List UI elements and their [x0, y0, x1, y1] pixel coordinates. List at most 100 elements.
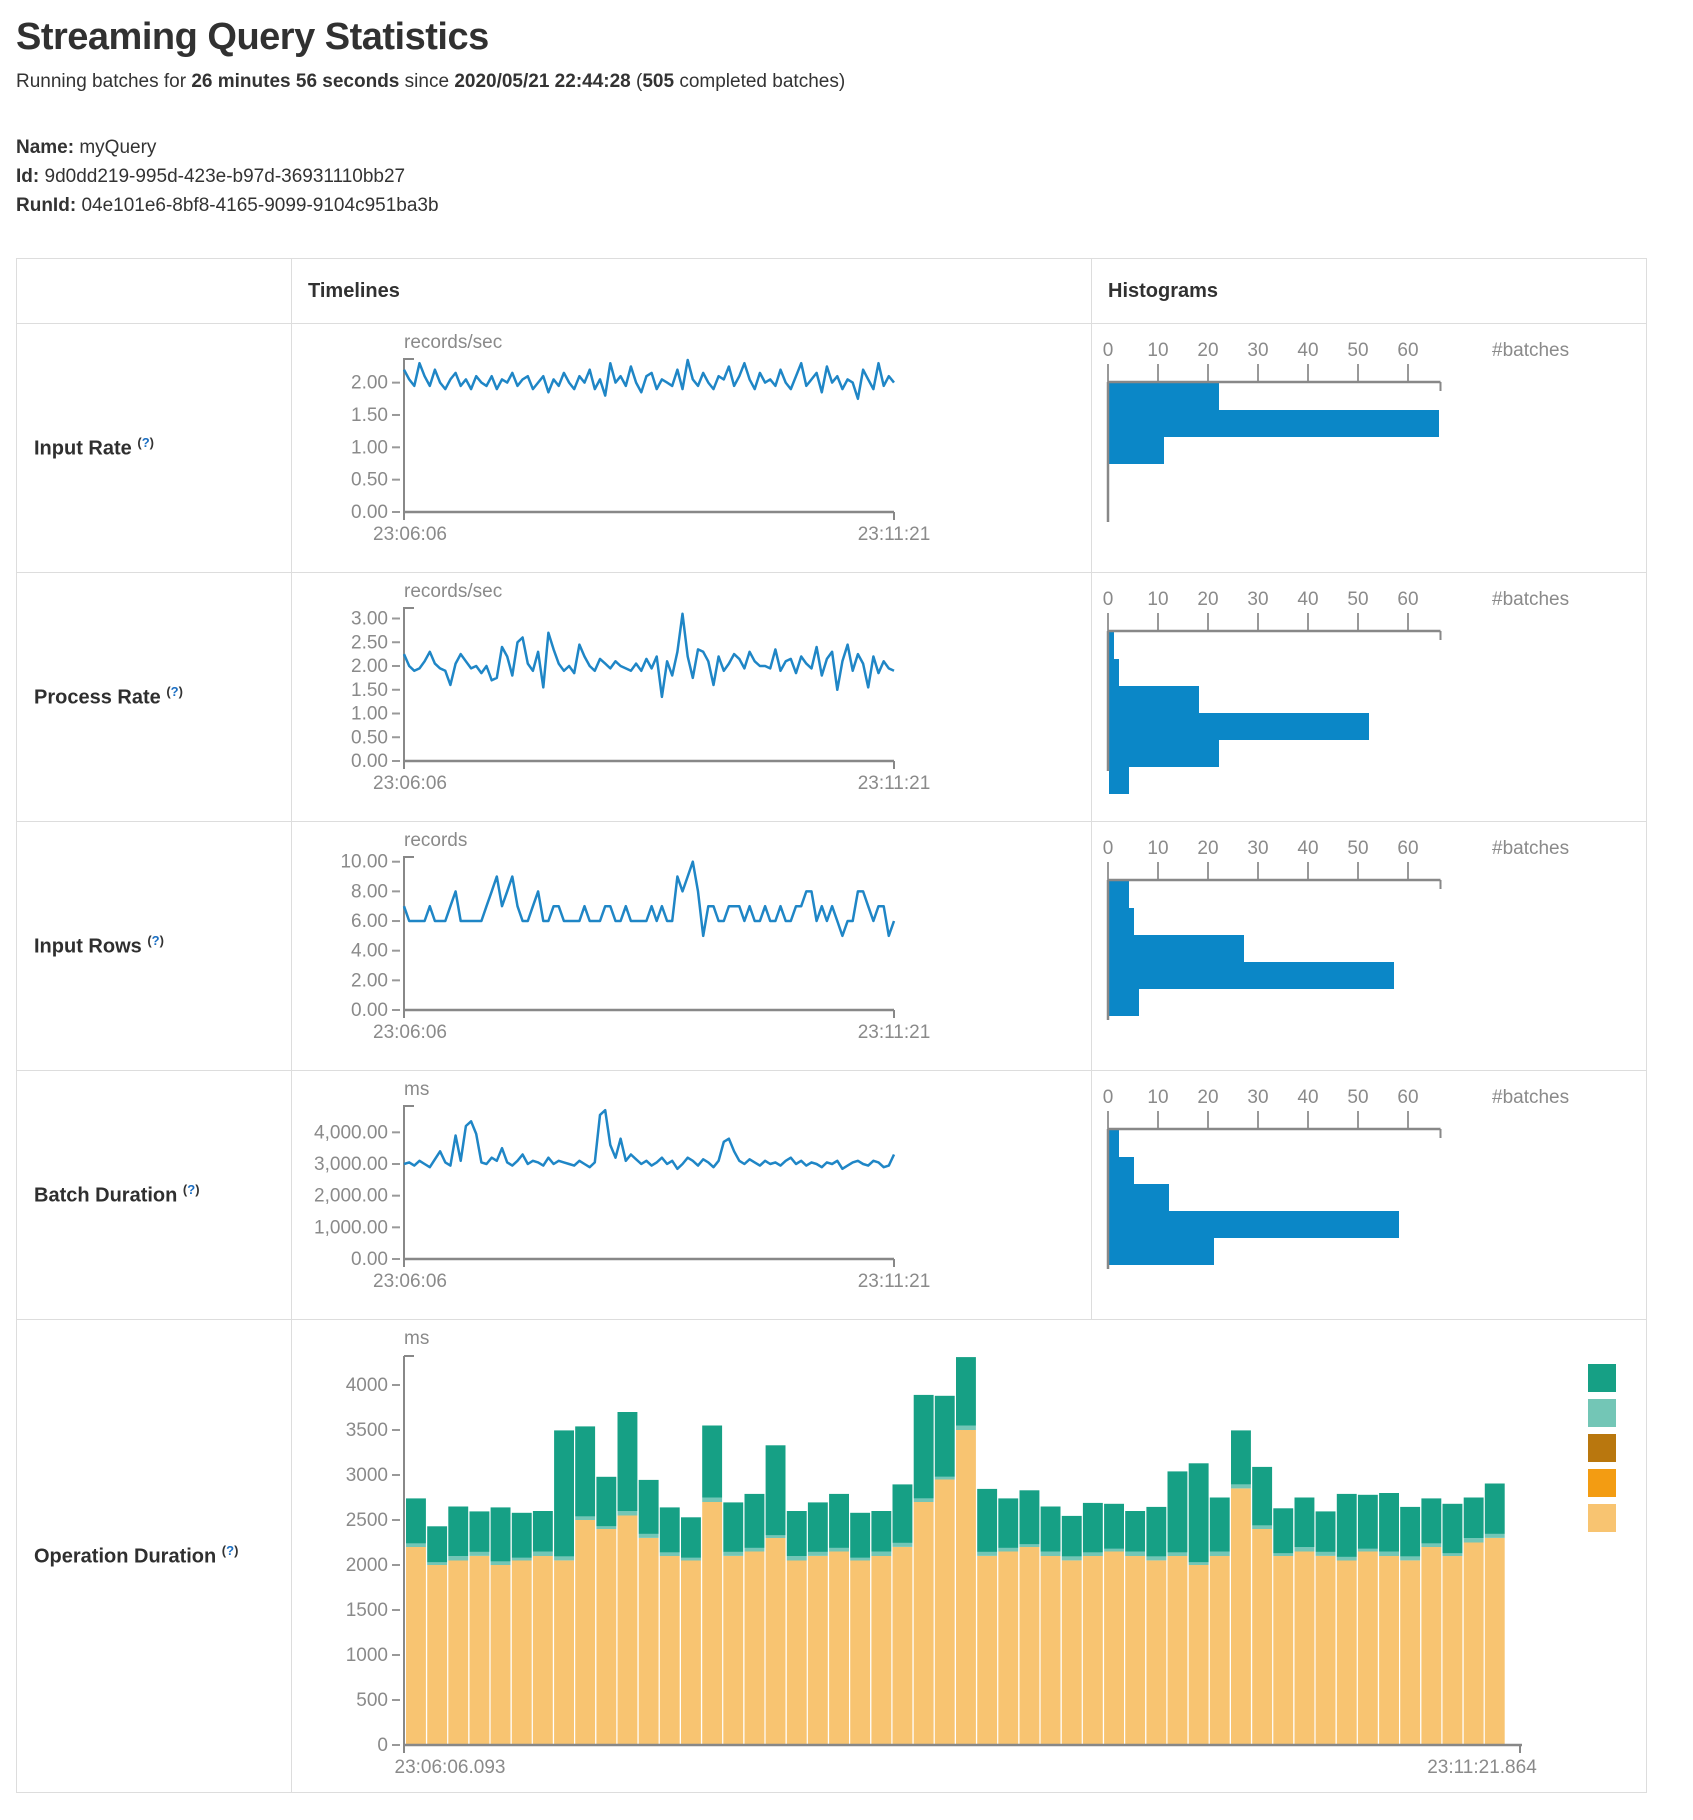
input-rate-timeline-chart: records/sec0.000.501.001.502.0023:06:062… — [292, 332, 1072, 572]
svg-text:#batches: #batches — [1492, 1087, 1569, 1108]
svg-text:23:11:21: 23:11:21 — [858, 1022, 931, 1043]
row-label-text: Operation Duration — [34, 1546, 216, 1568]
page-title: Streaming Query Statistics — [16, 16, 1677, 59]
svg-text:23:11:21: 23:11:21 — [858, 524, 931, 545]
id-value: 9d0dd219-995d-423e-b97d-36931110bb27 — [45, 166, 406, 187]
svg-text:40: 40 — [1297, 838, 1318, 859]
svg-text:20: 20 — [1197, 838, 1218, 859]
svg-text:40: 40 — [1297, 340, 1318, 361]
help-tooltip-icon[interactable]: (?) — [147, 933, 164, 948]
svg-text:1.00: 1.00 — [351, 704, 388, 725]
question-mark-icon: ? — [152, 933, 160, 948]
batch-duration-label: Batch Duration (?) — [17, 1071, 292, 1320]
svg-text:23:11:21: 23:11:21 — [858, 1271, 931, 1292]
legend-swatch — [1588, 1469, 1616, 1497]
col-header-histograms: Histograms — [1092, 259, 1647, 324]
runid-value: 04e101e6-8bf8-4165-9099-9104c951ba3b — [81, 195, 438, 216]
svg-text:60: 60 — [1397, 838, 1418, 859]
svg-text:2.50: 2.50 — [351, 632, 388, 653]
svg-text:1.00: 1.00 — [351, 437, 388, 458]
process-rate-label: Process Rate (?) — [17, 573, 292, 822]
svg-text:0.50: 0.50 — [351, 470, 388, 491]
svg-text:8.00: 8.00 — [351, 881, 388, 902]
help-tooltip-icon[interactable]: (?) — [183, 1182, 200, 1197]
svg-text:2.00: 2.00 — [351, 970, 388, 991]
row-label-text: Batch Duration — [34, 1185, 177, 1207]
svg-text:0: 0 — [1103, 340, 1114, 361]
svg-text:23:11:21.864: 23:11:21.864 — [1427, 1757, 1537, 1778]
process-rate-timeline-chart: records/sec0.000.501.001.502.002.503.002… — [292, 581, 1072, 821]
svg-text:ms: ms — [404, 1079, 429, 1100]
svg-text:0: 0 — [1103, 838, 1114, 859]
svg-text:500: 500 — [356, 1690, 388, 1711]
svg-text:records/sec: records/sec — [404, 581, 502, 602]
help-tooltip-icon[interactable]: (?) — [166, 684, 183, 699]
svg-text:1.50: 1.50 — [351, 405, 388, 426]
svg-text:2500: 2500 — [346, 1510, 388, 1531]
query-runid-line: RunId: 04e101e6-8bf8-4165-9099-9104c951b… — [16, 191, 1677, 220]
input-rate-label: Input Rate (?) — [17, 324, 292, 573]
svg-text:0: 0 — [377, 1735, 388, 1756]
svg-text:50: 50 — [1347, 340, 1368, 361]
process-rate-histogram-chart: 0102030405060#batches — [1092, 581, 1627, 821]
legend-swatch — [1588, 1434, 1616, 1462]
svg-text:2.00: 2.00 — [351, 373, 388, 394]
svg-text:30: 30 — [1247, 838, 1268, 859]
help-tooltip-icon[interactable]: (?) — [137, 435, 154, 450]
name-label: Name: — [16, 137, 74, 158]
legend-swatch — [1588, 1504, 1616, 1532]
svg-text:10.00: 10.00 — [340, 852, 388, 873]
operation-duration-stacked-chart: ms0500100015002000250030003500400023:06:… — [292, 1328, 1602, 1791]
help-tooltip-icon[interactable]: (?) — [222, 1543, 239, 1558]
svg-text:6.00: 6.00 — [351, 911, 388, 932]
svg-text:23:06:06: 23:06:06 — [373, 1271, 447, 1292]
table-header-row: Timelines Histograms — [17, 259, 1647, 324]
svg-text:ms: ms — [404, 1328, 429, 1349]
process-rate-row: Process Rate (?) records/sec0.000.501.00… — [17, 573, 1647, 822]
svg-text:23:06:06: 23:06:06 — [373, 773, 447, 794]
help-paren: ) — [160, 933, 164, 948]
svg-text:4000: 4000 — [346, 1375, 388, 1396]
completed-batches-count: 505 — [642, 71, 674, 92]
svg-text:3000: 3000 — [346, 1465, 388, 1486]
input-rate-row: Input Rate (?) records/sec0.000.501.001.… — [17, 324, 1647, 573]
svg-text:40: 40 — [1297, 1087, 1318, 1108]
svg-text:0.00: 0.00 — [351, 1000, 388, 1021]
svg-text:0.00: 0.00 — [351, 1249, 388, 1270]
svg-text:60: 60 — [1397, 340, 1418, 361]
row-label-text: Input Rate — [34, 438, 132, 460]
help-paren: ) — [195, 1182, 199, 1197]
svg-text:60: 60 — [1397, 1087, 1418, 1108]
running-summary: Running batches for 26 minutes 56 second… — [16, 71, 1677, 93]
svg-text:40: 40 — [1297, 589, 1318, 610]
question-mark-icon: ? — [171, 684, 179, 699]
legend-swatch — [1588, 1364, 1616, 1392]
name-value: myQuery — [79, 137, 156, 158]
input-rows-timeline-chart: records0.002.004.006.008.0010.0023:06:06… — [292, 830, 1072, 1070]
svg-text:10: 10 — [1147, 838, 1168, 859]
svg-text:3500: 3500 — [346, 1420, 388, 1441]
start-timestamp: 2020/05/21 22:44:28 — [454, 71, 630, 92]
running-duration: 26 minutes 56 seconds — [191, 71, 399, 92]
question-mark-icon: ? — [226, 1543, 234, 1558]
svg-text:30: 30 — [1247, 340, 1268, 361]
svg-text:1000: 1000 — [346, 1645, 388, 1666]
input-rows-row: Input Rows (?) records0.002.004.006.008.… — [17, 822, 1647, 1071]
svg-text:50: 50 — [1347, 1087, 1368, 1108]
query-id-line: Id: 9d0dd219-995d-423e-b97d-36931110bb27 — [16, 162, 1677, 191]
query-metadata: Name: myQuery Id: 9d0dd219-995d-423e-b97… — [16, 133, 1677, 220]
svg-text:records: records — [404, 830, 467, 851]
svg-text:2000: 2000 — [346, 1555, 388, 1576]
since-word: since — [399, 71, 454, 92]
row-label-text: Process Rate — [34, 687, 161, 709]
svg-text:1,000.00: 1,000.00 — [314, 1217, 388, 1238]
svg-text:10: 10 — [1147, 1087, 1168, 1108]
svg-text:10: 10 — [1147, 340, 1168, 361]
row-label-text: Input Rows — [34, 936, 142, 958]
runid-label: RunId: — [16, 195, 76, 216]
operation-duration-label: Operation Duration (?) — [17, 1320, 292, 1793]
svg-text:records/sec: records/sec — [404, 332, 502, 353]
batch-duration-histogram-chart: 0102030405060#batches — [1092, 1079, 1627, 1319]
running-prefix: Running batches for — [16, 71, 191, 92]
svg-text:#batches: #batches — [1492, 340, 1569, 361]
